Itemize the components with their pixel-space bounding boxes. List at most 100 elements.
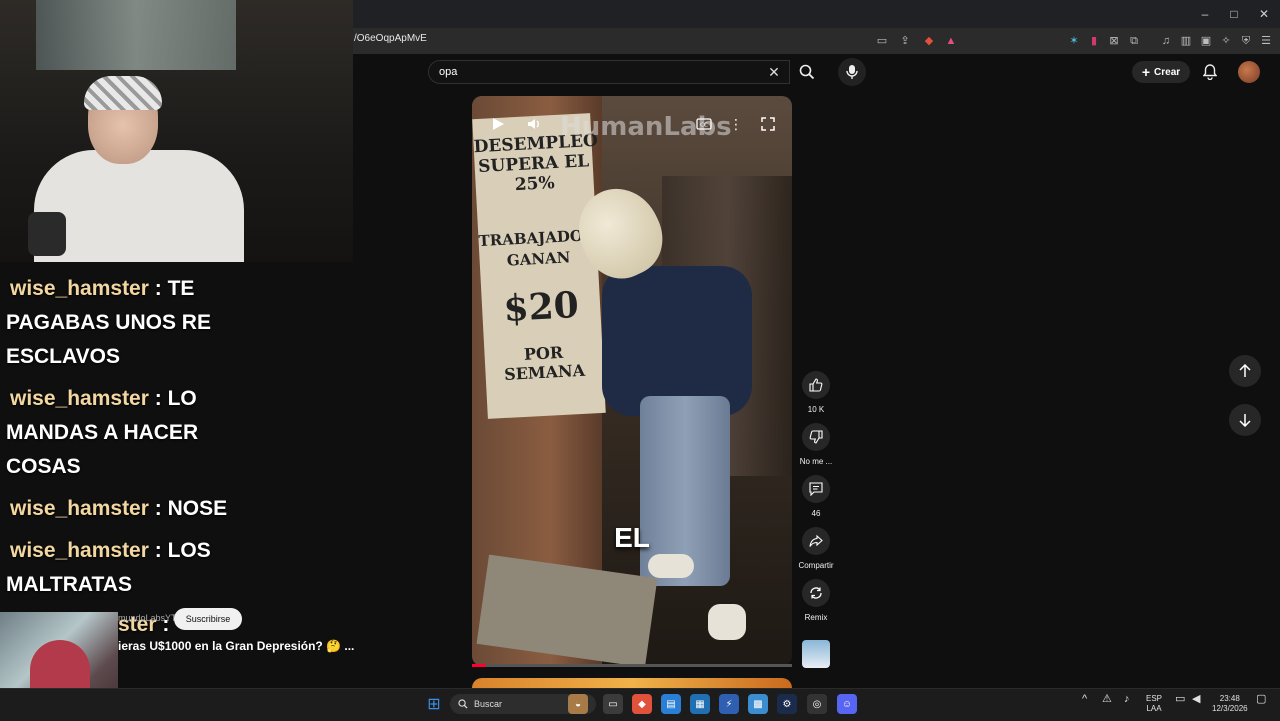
tray-language[interactable]: ESP LAA — [1146, 694, 1162, 714]
newspaper-poster: DESEMPLEO SUPERA EL 25% TRABAJADORES GAN… — [472, 113, 618, 419]
chat-message: wise_hamster : TE PAGABAS UNOS RE ESCLAV… — [6, 272, 236, 374]
volume-button[interactable] — [524, 114, 544, 134]
sneaker-left — [648, 554, 694, 578]
short-channel-name[interactable]: mundoLabsYT — [118, 613, 177, 623]
search-highlight-icon[interactable]: ◒ — [568, 694, 588, 714]
tray-clock[interactable]: 23:48 12/3/2026 — [1212, 694, 1248, 714]
calculator-icon[interactable]: ▦ — [690, 694, 710, 714]
arrow-up-icon — [1239, 364, 1251, 377]
thumbs-up-icon — [809, 378, 823, 392]
chat-message: wise_hamster : LOS MALTRATAS — [6, 534, 236, 602]
brave-browser-icon[interactable]: ◆ — [632, 694, 652, 714]
chrome-icon[interactable]: ◎ — [807, 694, 827, 714]
tray-mic-icon[interactable]: ♪ — [1124, 694, 1130, 705]
discord-icon[interactable]: ☺ — [837, 694, 857, 714]
taskbar-search-label: Buscar — [474, 699, 503, 709]
create-label: Crear — [1154, 66, 1181, 78]
dislike-button[interactable] — [802, 423, 830, 451]
sneaker-right — [708, 604, 746, 640]
wallet-icon[interactable]: ▣ — [1198, 33, 1214, 49]
obs-icon[interactable]: ⚡ — [719, 694, 739, 714]
stream-chat-overlay: wise_hamster : TE PAGABAS UNOS RE ESCLAV… — [0, 262, 353, 622]
comment-icon — [809, 482, 823, 496]
account-avatar[interactable] — [1238, 61, 1260, 83]
address-bar-url[interactable]: /O6eOqpApMvE — [354, 33, 427, 44]
like-button[interactable] — [802, 371, 830, 399]
captions-button[interactable]: CC — [694, 114, 714, 134]
play-icon — [493, 118, 504, 130]
chat-username: wise_hamster — [10, 539, 149, 562]
tray-date: 12/3/2026 — [1212, 704, 1248, 713]
notifications-button[interactable] — [1200, 62, 1220, 82]
poster-period: POR SEMANA — [503, 342, 586, 384]
tray-overflow-icon[interactable]: ^ — [1082, 694, 1087, 705]
bell-icon — [1203, 64, 1217, 80]
thumbs-down-icon — [809, 430, 823, 444]
close-window-button[interactable]: ✕ — [1249, 4, 1279, 24]
task-view-icon[interactable]: ▭ — [603, 694, 623, 714]
share-arrow-icon — [809, 534, 823, 547]
puzzle-icon[interactable]: ⧉ — [1126, 33, 1142, 49]
leo-ai-icon[interactable]: ✧ — [1218, 33, 1234, 49]
maximize-button[interactable]: □ — [1219, 4, 1249, 24]
media-icon[interactable]: ♫ — [1158, 33, 1174, 49]
figure-jacket — [602, 266, 752, 416]
streamer-webcam — [0, 0, 353, 262]
minimize-button[interactable]: – — [1190, 4, 1220, 24]
create-button[interactable]: + Crear — [1132, 61, 1190, 83]
svg-text:CC: CC — [700, 123, 708, 129]
comments-count: 46 — [811, 509, 821, 518]
tray-network-off-icon[interactable]: ⚠ — [1102, 694, 1112, 705]
tray-notification-icon[interactable]: ▢ — [1256, 694, 1266, 705]
background-shelf — [36, 0, 236, 70]
extension-red-icon[interactable]: ▮ — [1086, 33, 1102, 49]
voice-search-button[interactable] — [838, 58, 866, 86]
cast-icon[interactable]: ▭ — [874, 33, 890, 49]
clear-search-icon[interactable]: ✕ — [766, 64, 782, 80]
short-title[interactable]: ieras U$1000 en la Gran Depresión? 🤔 ... — [118, 639, 378, 653]
sidebar-icon[interactable]: ▥ — [1178, 33, 1194, 49]
fullscreen-button[interactable] — [758, 114, 778, 134]
video-progress-track[interactable] — [472, 664, 792, 667]
comments-button[interactable] — [802, 475, 830, 503]
tray-language-code: ESP — [1146, 694, 1163, 703]
vpn-shield-icon[interactable]: ⛨ — [1238, 33, 1254, 49]
chat-username: wise_hamster — [10, 277, 149, 300]
extension-icon[interactable]: ✶ — [1066, 33, 1082, 49]
remix-button[interactable] — [802, 579, 830, 607]
brave-shield-icon[interactable]: ◆ — [921, 33, 937, 49]
tray-time: 23:48 — [1219, 694, 1240, 703]
microphone-icon — [846, 65, 858, 79]
captions-icon: CC — [696, 118, 712, 130]
video-caption: EL — [614, 522, 650, 553]
next-short-button[interactable] — [1229, 404, 1261, 436]
photos-icon[interactable]: ▩ — [748, 694, 768, 714]
extension-box-icon[interactable]: ⊠ — [1106, 33, 1122, 49]
share-page-icon[interactable]: ⇪ — [897, 33, 913, 49]
chat-text: : NOSE — [148, 497, 228, 520]
start-icon[interactable]: ⊞ — [424, 694, 444, 714]
more-vert-icon: ⋮ — [729, 116, 743, 132]
subscribe-button[interactable]: Suscribirse — [174, 608, 242, 630]
steam-icon[interactable]: ⚙ — [777, 694, 797, 714]
search-input[interactable]: opa — [428, 60, 790, 84]
short-video-player[interactable]: DESEMPLEO SUPERA EL 25% TRABAJADORES GAN… — [472, 96, 792, 666]
chat-message: wise_hamster : LO MANDAS A HACER COSAS — [6, 382, 236, 484]
tray-language-layout: LAA — [1146, 704, 1162, 713]
arrow-down-icon — [1239, 414, 1251, 427]
notepad-icon[interactable]: ▤ — [661, 694, 681, 714]
volume-icon — [528, 119, 539, 129]
tray-wifi-icon[interactable]: ▭ — [1175, 694, 1185, 705]
share-button[interactable] — [802, 527, 830, 555]
chat-username: wise_hamster — [10, 387, 149, 410]
previous-short-button[interactable] — [1229, 355, 1261, 387]
search-query: opa — [439, 66, 458, 78]
brave-rewards-icon[interactable]: ▲ — [943, 33, 959, 49]
audio-source-thumbnail[interactable] — [802, 640, 830, 668]
search-button[interactable] — [792, 60, 822, 84]
share-label: Compartir — [798, 561, 834, 570]
tray-volume-icon[interactable]: ◀ — [1192, 694, 1200, 705]
play-button[interactable] — [488, 114, 508, 134]
more-options-button[interactable]: ⋮ — [726, 114, 746, 134]
menu-icon[interactable]: ☰ — [1258, 33, 1274, 49]
